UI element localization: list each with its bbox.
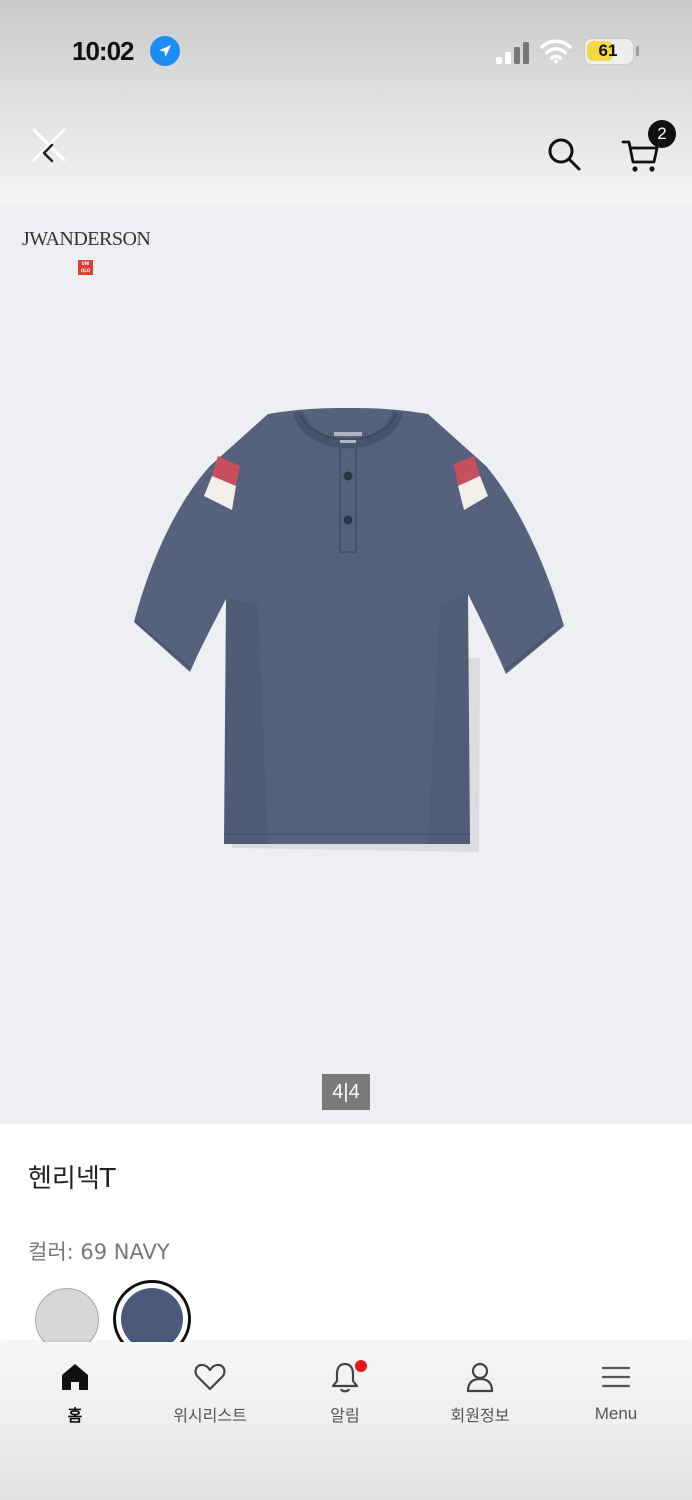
brand-logo-jwanderson: JWANDERSON (22, 228, 151, 250)
product-image-gallery[interactable]: JWANDERSON UNI QLO 4|4 (0, 204, 692, 1124)
tab-menu[interactable]: Menu (556, 1360, 676, 1424)
user-icon (466, 1362, 494, 1393)
product-title: 헨리넥T (28, 1164, 116, 1194)
battery-percent: 61 (598, 41, 618, 60)
home-icon (62, 1364, 88, 1390)
tab-home-label: 홈 (67, 1406, 83, 1425)
cellular-signal-icon (496, 42, 529, 64)
tab-home[interactable]: 홈 (15, 1360, 135, 1426)
tab-notifications-label: 알림 (330, 1406, 360, 1425)
tab-member-info[interactable]: 회원정보 (420, 1360, 540, 1426)
battery-icon: 61 (584, 38, 634, 65)
notification-dot (355, 1360, 367, 1372)
tab-menu-label: Menu (594, 1404, 638, 1423)
tab-wishlist[interactable]: 위시리스트 (150, 1360, 270, 1426)
tab-member-label: 회원정보 (450, 1406, 510, 1425)
heart-icon (194, 1363, 226, 1391)
uniqlo-logo: UNI QLO (78, 260, 93, 275)
search-icon[interactable] (544, 134, 584, 174)
bottom-tab-bar: 홈 위시리스트 알림 회원정보 Menu (0, 1342, 692, 1500)
image-page-counter: 4|4 (322, 1074, 370, 1110)
color-label: 컬러: 69 NAVY (28, 1240, 170, 1264)
product-image-henley-tshirt (134, 408, 564, 852)
top-header: 10:02 61 (0, 0, 692, 204)
status-bar: 10:02 61 (0, 0, 692, 100)
menu-icon (601, 1366, 631, 1388)
cart-count-badge: 2 (648, 120, 676, 148)
status-time: 10:02 (72, 36, 134, 66)
color-swatch-navy-fill (121, 1288, 183, 1350)
close-back-button[interactable] (26, 124, 72, 170)
battery-tip (636, 46, 639, 56)
wifi-icon (540, 39, 572, 64)
location-arrow-icon (150, 36, 180, 66)
uniqlo-logo-text: UNI QLO (80, 261, 91, 273)
tab-wishlist-label: 위시리스트 (173, 1406, 247, 1425)
nav-bar (0, 100, 692, 204)
tab-notifications[interactable]: 알림 (285, 1360, 405, 1426)
